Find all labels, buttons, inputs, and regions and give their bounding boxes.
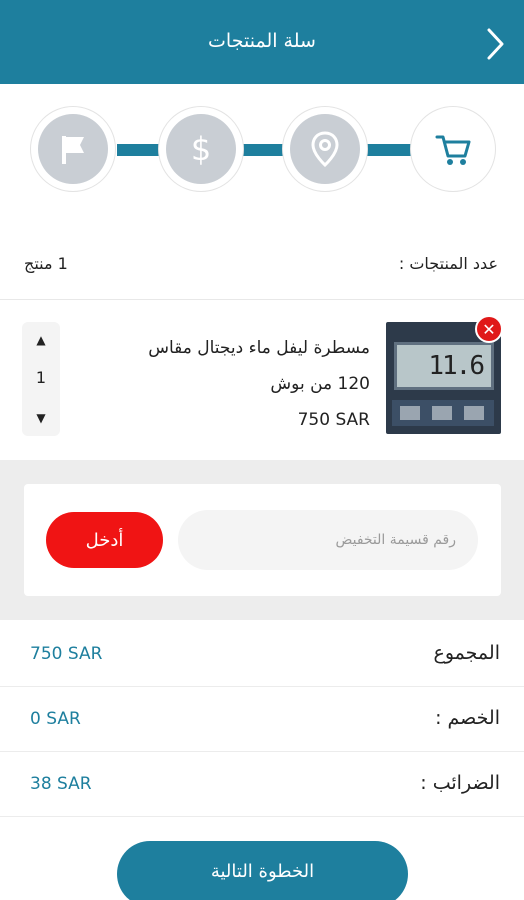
remove-item-button[interactable]: ✕ <box>475 315 503 343</box>
product-image-key <box>400 406 420 420</box>
step-address[interactable] <box>282 106 368 192</box>
cart-icon <box>435 135 471 165</box>
total-label: المجموع <box>433 642 500 664</box>
total-value: 750 SAR <box>30 644 103 664</box>
step-payment[interactable]: $ <box>158 106 244 192</box>
back-button[interactable] <box>480 26 510 62</box>
product-image-digits: 11.6 <box>428 351 485 381</box>
chevron-right-icon <box>487 28 504 60</box>
discount-label: الخصم : <box>435 707 500 729</box>
close-icon: ✕ <box>482 319 496 339</box>
quantity-decrease-button[interactable]: ▼ <box>22 406 60 430</box>
summary-total-row: المجموع 750 SAR <box>0 622 524 687</box>
dollar-icon: $ <box>191 130 211 168</box>
arrow-down-icon: ▼ <box>36 411 46 425</box>
arrow-up-icon: ▲ <box>36 333 46 347</box>
quantity-value: 1 <box>35 368 47 387</box>
discount-value: 0 SAR <box>30 709 81 729</box>
app-header: سلة المنتجات <box>0 0 524 84</box>
quantity-increase-button[interactable]: ▲ <box>22 328 60 352</box>
checkout-steps: $ <box>0 100 524 200</box>
step-connector <box>240 144 284 156</box>
product-count-label: عدد المنتجات : <box>398 254 498 273</box>
apply-coupon-button[interactable]: أدخل <box>46 512 163 568</box>
product-name-line2: 120 من بوش <box>270 374 370 394</box>
svg-text:$: $ <box>191 130 211 168</box>
summary-tax-row: الضرائب : 38 SAR <box>0 752 524 817</box>
product-image-keypad <box>392 400 494 426</box>
product-image-display: 11.6 <box>394 342 494 390</box>
product-image-key <box>432 406 452 420</box>
tax-label: الضرائب : <box>420 772 500 794</box>
product-image-key <box>464 406 484 420</box>
next-step-button[interactable]: الخطوة التالية <box>117 841 408 900</box>
coupon-input[interactable] <box>178 510 478 570</box>
page-title: سلة المنتجات <box>208 30 316 52</box>
cart-item: 11.6 ✕ مسطرة ليفل ماء ديجتال مقاس 120 من… <box>0 300 524 460</box>
cart-count-row: عدد المنتجات : 1 منتج <box>0 240 524 300</box>
step-connector <box>364 144 412 156</box>
product-price: 750 SAR <box>297 410 370 430</box>
product-name: مسطرة ليفل ماء ديجتال مقاس <box>148 338 370 358</box>
coupon-section: أدخل <box>0 460 524 620</box>
flag-icon <box>62 136 84 164</box>
product-count-value: 1 منتج <box>24 254 68 273</box>
location-pin-icon <box>311 131 339 168</box>
tax-value: 38 SAR <box>30 774 92 794</box>
quantity-stepper: ▲ 1 ▼ <box>22 322 60 436</box>
step-finish[interactable] <box>30 106 116 192</box>
summary-discount-row: الخصم : 0 SAR <box>0 687 524 752</box>
step-cart[interactable] <box>410 106 496 192</box>
coupon-card: أدخل <box>24 484 501 596</box>
